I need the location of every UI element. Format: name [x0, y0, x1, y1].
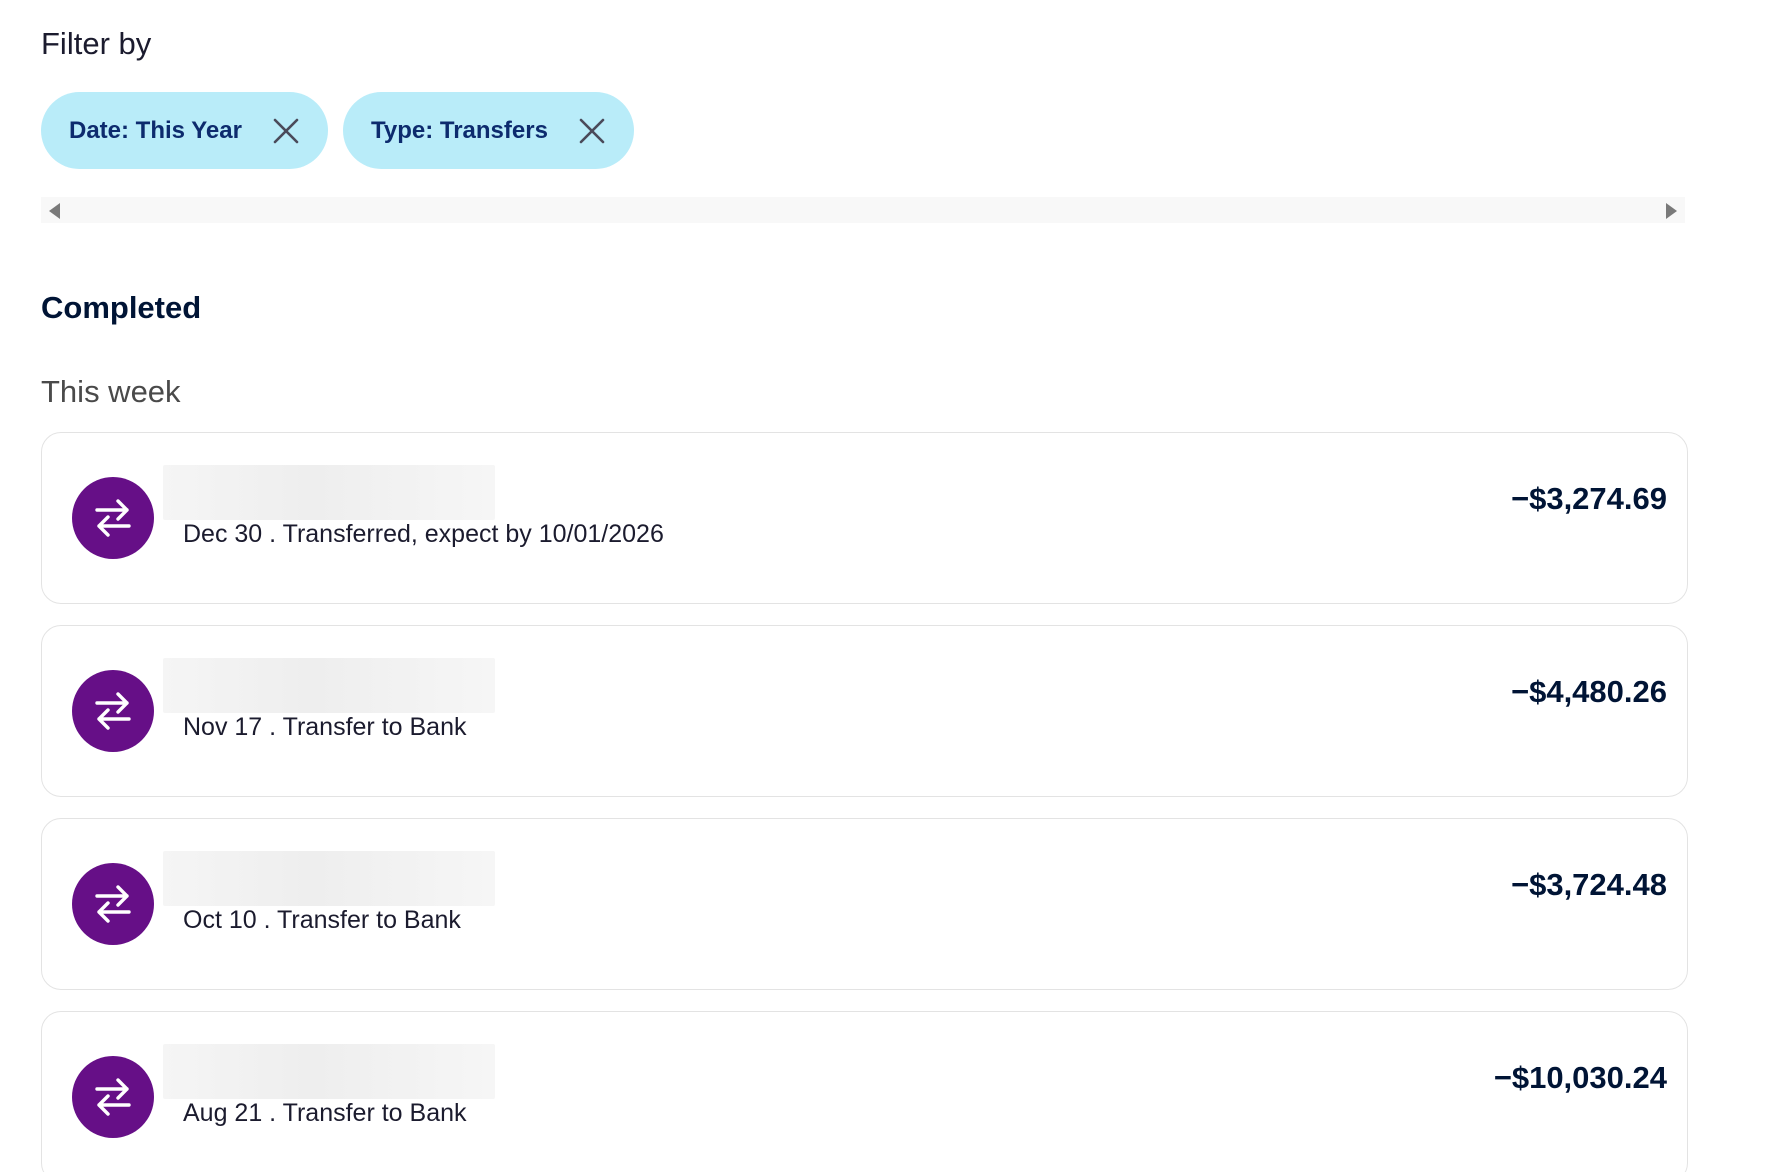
- section-title-completed: Completed: [41, 290, 202, 325]
- transaction-card[interactable]: Aug 21 . Transfer to Bank −$10,030.24: [41, 1011, 1688, 1172]
- redacted-recipient-name: [163, 465, 495, 520]
- transfer-arrows-icon: [72, 477, 154, 559]
- transaction-amount: −$3,274.69: [1510, 481, 1667, 516]
- transfer-arrows-icon: [72, 1056, 154, 1138]
- redacted-recipient-name: [163, 658, 495, 713]
- transaction-card[interactable]: Dec 30 . Transferred, expect by 10/01/20…: [41, 432, 1688, 604]
- filter-title: Filter by: [41, 26, 152, 61]
- transfer-arrows-icon: [72, 670, 154, 752]
- transfer-arrows-icon: [72, 863, 154, 945]
- transaction-amount: −$10,030.24: [1493, 1060, 1667, 1095]
- close-icon[interactable]: [272, 117, 300, 145]
- transaction-subtitle: Dec 30 . Transferred, expect by 10/01/20…: [183, 520, 664, 548]
- redacted-recipient-name: [163, 1044, 495, 1099]
- transaction-card[interactable]: Oct 10 . Transfer to Bank −$3,724.48: [41, 818, 1688, 990]
- filter-chip-type[interactable]: Type: Transfers: [342, 92, 634, 169]
- transaction-subtitle: Aug 21 . Transfer to Bank: [183, 1099, 467, 1127]
- transaction-amount: −$4,480.26: [1510, 674, 1667, 709]
- close-icon[interactable]: [578, 117, 606, 145]
- transaction-list: Dec 30 . Transferred, expect by 10/01/20…: [41, 432, 1688, 1172]
- redacted-recipient-name: [163, 851, 495, 906]
- scroll-right-arrow-icon[interactable]: [1666, 203, 1677, 219]
- activity-page: Filter by Date: This Year Type: Transfer…: [0, 0, 1784, 1172]
- horizontal-scrollbar[interactable]: [41, 197, 1685, 223]
- group-title-this-week: This week: [41, 374, 181, 409]
- transaction-amount: −$3,724.48: [1510, 867, 1667, 902]
- chip-label: Type: Transfers: [370, 116, 548, 144]
- transaction-subtitle: Oct 10 . Transfer to Bank: [183, 906, 461, 934]
- chip-label: Date: This Year: [69, 116, 242, 144]
- filter-chips: Date: This Year Type: Transfers: [41, 92, 634, 169]
- filter-chip-date[interactable]: Date: This Year: [41, 92, 328, 169]
- transaction-card[interactable]: Nov 17 . Transfer to Bank −$4,480.26: [41, 625, 1688, 797]
- transaction-subtitle: Nov 17 . Transfer to Bank: [183, 713, 467, 741]
- scroll-left-arrow-icon[interactable]: [49, 203, 60, 219]
